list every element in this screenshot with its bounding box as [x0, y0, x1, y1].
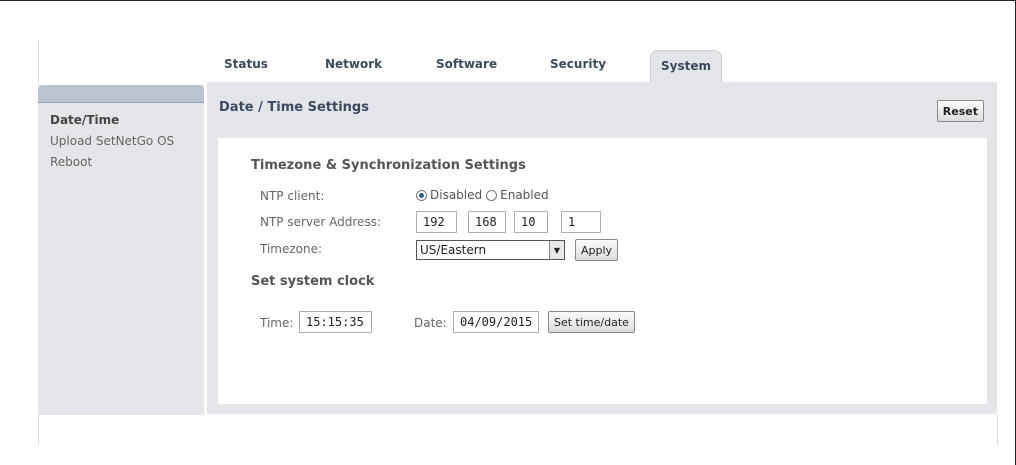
tab-security[interactable]: Security	[550, 57, 606, 71]
date-input[interactable]	[453, 311, 539, 333]
tab-system[interactable]: System	[650, 50, 722, 82]
sidebar-item-date-time[interactable]: Date/Time	[50, 113, 119, 127]
sidebar-item-upload-os[interactable]: Upload SetNetGo OS	[50, 134, 174, 148]
sidebar: Date/Time Upload SetNetGo OS Reboot	[38, 85, 204, 415]
set-time-date-button[interactable]: Set time/date	[548, 311, 635, 333]
ntp-enabled-label: Enabled	[500, 188, 549, 202]
apply-button[interactable]: Apply	[575, 239, 619, 261]
divider	[38, 40, 39, 85]
date-label: Date:	[414, 316, 447, 330]
ntp-octet-1-input[interactable]	[416, 211, 457, 233]
clock-section-title: Set system clock	[251, 274, 375, 289]
ntp-disabled-label: Disabled	[430, 188, 483, 202]
ntp-octet-2-input[interactable]	[468, 211, 506, 233]
ntp-client-label: NTP client:	[260, 189, 325, 203]
sidebar-header	[38, 85, 204, 103]
time-input[interactable]	[299, 311, 372, 333]
timezone-section-title: Timezone & Synchronization Settings	[251, 158, 526, 173]
time-label: Time:	[260, 316, 294, 330]
chevron-down-icon[interactable]: ▼	[549, 241, 564, 259]
ntp-server-label: NTP server Address:	[260, 215, 381, 229]
timezone-label: Timezone:	[260, 242, 323, 256]
settings-content: Timezone & Synchronization Settings NTP …	[218, 138, 987, 404]
tab-status[interactable]: Status	[224, 57, 268, 71]
sidebar-item-reboot[interactable]: Reboot	[50, 155, 92, 169]
tab-network[interactable]: Network	[325, 57, 382, 71]
divider	[38, 415, 39, 445]
ntp-octet-4-input[interactable]	[561, 211, 601, 233]
page-title: Date / Time Settings	[219, 100, 369, 115]
timezone-value: US/Eastern	[420, 243, 487, 257]
ntp-disabled-radio[interactable]	[416, 189, 427, 201]
settings-panel: Date / Time Settings Reset Timezone & Sy…	[207, 82, 997, 414]
ntp-octet-3-input[interactable]	[514, 211, 548, 233]
divider	[997, 415, 998, 445]
reset-button[interactable]: Reset	[936, 100, 984, 122]
timezone-select[interactable]: US/Eastern ▼	[416, 240, 565, 260]
ntp-enabled-radio[interactable]	[486, 189, 498, 201]
ntp-client-radio-group: Disabled Enabled	[416, 188, 553, 202]
tab-software[interactable]: Software	[436, 57, 497, 71]
